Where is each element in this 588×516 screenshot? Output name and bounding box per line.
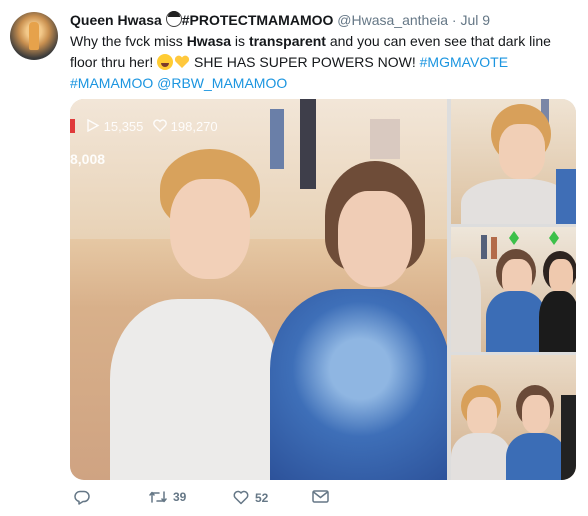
overlay-count: 8,008 <box>70 151 106 167</box>
main-photo[interactable]: 15,355 198,270 8,008 <box>70 99 447 480</box>
tweet-text: Why the fvck miss Hwasa is transparent a… <box>70 31 570 94</box>
thumbnail-photo-1[interactable] <box>451 99 576 224</box>
text-bold-hwasa: Hwasa <box>186 33 232 49</box>
yellow-heart-emoji-icon <box>175 55 190 68</box>
overlay-plays: 15,355 <box>103 119 144 134</box>
hashtag-mamamoo[interactable]: #MAMAMOO <box>70 75 153 91</box>
green-gem-icon <box>509 231 519 245</box>
reply-button[interactable] <box>74 490 90 505</box>
text-bold-transparent: transparent <box>248 33 326 49</box>
woman-emoji-icon <box>165 11 182 27</box>
text-part4: SHE HAS SUPER POWERS NOW! <box>190 54 420 70</box>
green-gem-icon <box>549 231 559 245</box>
play-icon <box>87 119 100 132</box>
envelope-icon <box>312 490 329 503</box>
media-grid: 15,355 198,270 8,008 <box>70 99 576 480</box>
tweet-header: Queen Hwasa #PROTECTMAMAMOO @Hwasa_anthe… <box>70 11 490 28</box>
text-part1: Why the fvck miss <box>70 33 187 49</box>
author-name[interactable]: Queen Hwasa <box>70 12 162 28</box>
thumbnail-photo-2[interactable] <box>451 227 576 352</box>
separator: · <box>451 12 457 28</box>
avatar[interactable] <box>10 12 58 60</box>
hashtag-mgmavote[interactable]: #MGMAVOTE <box>420 54 508 70</box>
overlay-likes: 198,270 <box>170 119 218 134</box>
crying-face-emoji-icon <box>157 54 174 70</box>
retweet-button[interactable]: 39 <box>149 490 186 504</box>
like-button[interactable]: 52 <box>233 490 268 505</box>
like-count: 52 <box>255 490 269 505</box>
author-handle[interactable]: @Hwasa_antheia <box>337 12 448 28</box>
author-name-tag[interactable]: #PROTECTMAMAMOO <box>182 12 334 28</box>
text-part2: is <box>231 33 249 49</box>
heart-outline-icon <box>153 119 167 132</box>
retweet-count: 39 <box>173 490 187 504</box>
heart-icon <box>233 490 249 505</box>
tweet-date[interactable]: Jul 9 <box>460 12 490 28</box>
mention-rbw-mamamoo[interactable]: @RBW_MAMAMOO <box>157 75 287 91</box>
thumbnail-photo-3[interactable] <box>451 355 576 480</box>
reply-icon <box>74 490 90 505</box>
overlay-stats: 15,355 198,270 <box>70 119 218 134</box>
retweet-icon <box>149 491 167 503</box>
direct-message-button[interactable] <box>312 490 329 503</box>
